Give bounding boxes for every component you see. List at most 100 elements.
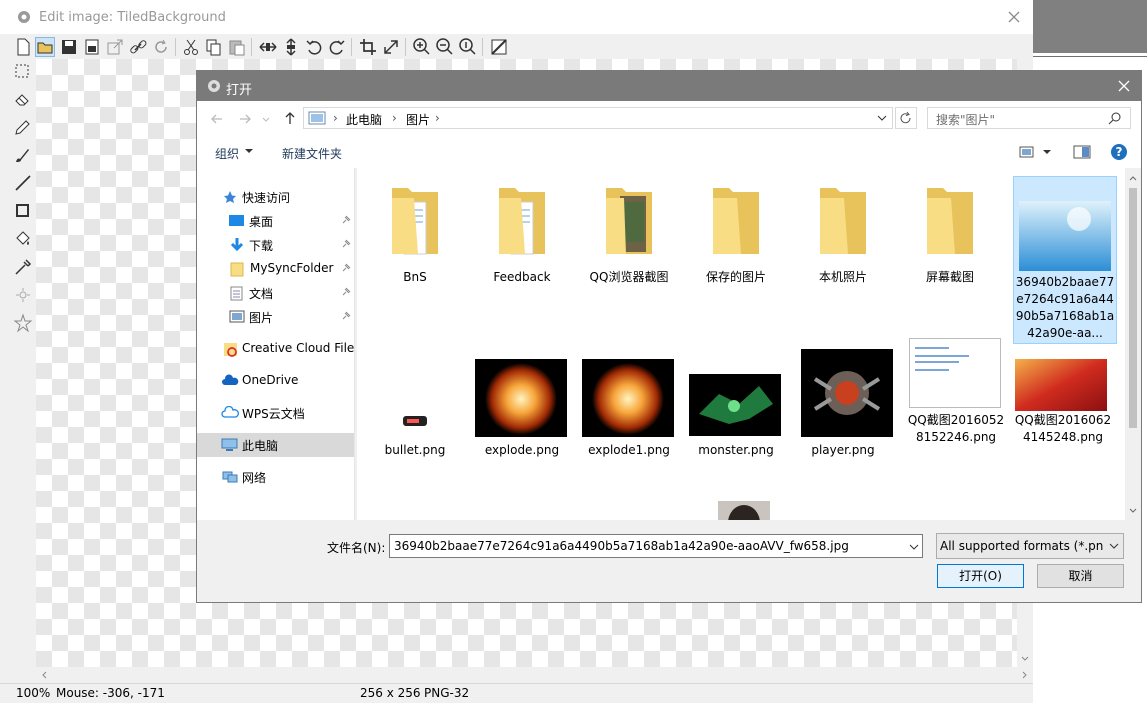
export-icon[interactable] <box>105 37 125 57</box>
svg-text:?: ? <box>1116 145 1123 159</box>
link-icon[interactable] <box>128 37 148 57</box>
breadcrumb-this-pc[interactable]: 此电脑 <box>346 111 382 128</box>
help-icon[interactable]: ? <box>1110 143 1128 161</box>
brush-icon[interactable] <box>13 145 33 165</box>
filename-input[interactable]: 36940b2baae77e7264c91a6a4490b5a7168ab1a4… <box>389 534 923 558</box>
preview-pane-icon[interactable] <box>1073 144 1091 160</box>
refresh-icon[interactable] <box>151 37 171 57</box>
list-item-selected[interactable]: 36940b2baae77e7264c91a6a4490b5a7168ab1a4… <box>1013 176 1117 344</box>
save-as-icon[interactable] <box>82 37 102 57</box>
list-item[interactable]: explode1.png <box>577 351 681 461</box>
rotate-right-icon[interactable] <box>327 37 347 57</box>
nav-desktop[interactable]: 桌面 <box>197 209 354 233</box>
nav-onedrive[interactable]: OneDrive <box>197 369 354 393</box>
pin-icon <box>341 287 351 297</box>
rotate-left-icon[interactable] <box>304 37 324 57</box>
list-item[interactable]: bullet.png <box>363 351 467 461</box>
list-item[interactable]: BnS <box>363 182 467 302</box>
fill-bucket-icon[interactable] <box>13 229 33 249</box>
new-folder-button[interactable]: 新建文件夹 <box>282 145 342 162</box>
list-item[interactable]: 保存的图片 <box>684 182 788 302</box>
cloud-outline-icon <box>221 406 239 420</box>
list-item[interactable]: QQ浏览器截图 <box>577 182 681 302</box>
open-folder-icon[interactable] <box>35 37 55 57</box>
list-item[interactable]: monster.png <box>684 351 788 461</box>
address-bar[interactable]: › 此电脑 › 图片 › <box>303 107 893 129</box>
crop-icon[interactable] <box>358 37 378 57</box>
organize-menu[interactable]: 组织 <box>215 145 239 162</box>
nav-wps[interactable]: WPS云文档 <box>197 401 354 425</box>
image-properties-icon[interactable] <box>489 37 509 57</box>
monster-thumbnail <box>689 374 781 436</box>
flip-horizontal-icon[interactable] <box>258 37 278 57</box>
nav-creative-cloud[interactable]: Creative Cloud Files <box>197 337 354 361</box>
save-icon[interactable] <box>59 37 79 57</box>
file-list-scrollbar[interactable] <box>1125 168 1141 520</box>
open-button[interactable]: 打开(O) <box>937 564 1024 588</box>
editor-close-icon[interactable] <box>1005 8 1023 26</box>
creative-cloud-icon <box>223 342 239 357</box>
chevron-down-icon[interactable] <box>908 540 920 554</box>
refresh-icon[interactable] <box>895 107 917 129</box>
list-item[interactable]: player.png <box>791 349 895 461</box>
nav-label: OneDrive <box>242 373 299 387</box>
rectangle-icon[interactable] <box>13 201 33 221</box>
nav-mysyncfolder[interactable]: MySyncFolder <box>197 257 354 281</box>
search-box[interactable]: 搜索"图片" <box>927 107 1131 129</box>
nav-network[interactable]: 网络 <box>197 465 354 489</box>
app-gear-icon <box>16 9 32 25</box>
copy-icon[interactable] <box>204 37 224 57</box>
flip-vertical-icon[interactable] <box>281 37 301 57</box>
zoom-actual-icon[interactable] <box>458 37 478 57</box>
list-item[interactable]: Feedback <box>470 182 574 302</box>
dialog-navbar: › 此电脑 › 图片 › 搜索"图片" <box>197 101 1141 136</box>
nav-downloads[interactable]: 下载 <box>197 233 354 257</box>
new-file-icon[interactable] <box>13 37 33 57</box>
breadcrumb-pictures[interactable]: 图片 <box>406 111 430 128</box>
star-icon <box>223 190 237 204</box>
recent-dropdown-icon[interactable] <box>261 111 271 127</box>
nav-documents[interactable]: 文档 <box>197 281 354 305</box>
list-item[interactable]: QQ截图20160624145248.png <box>1005 351 1111 481</box>
address-dropdown-icon[interactable] <box>876 111 888 125</box>
dialog-close-icon[interactable] <box>1115 77 1133 95</box>
list-item[interactable]: 本机照片 <box>791 182 895 302</box>
paste-icon[interactable] <box>227 37 247 57</box>
pencil-icon[interactable] <box>13 117 33 137</box>
list-item[interactable]: 屏幕截图 <box>898 182 1002 302</box>
list-item[interactable]: explode.png <box>470 351 574 461</box>
zoom-out-icon[interactable] <box>435 37 455 57</box>
nav-quick-access[interactable]: 快速访问 <box>197 185 354 209</box>
nav-label: Creative Cloud Files <box>242 341 354 355</box>
explosion-thumbnail <box>475 359 567 437</box>
cut-icon[interactable] <box>181 37 201 57</box>
list-item[interactable]: QQ截图20160528152246.png <box>898 338 1004 481</box>
nav-pictures[interactable]: 图片 <box>197 305 354 329</box>
color-picker-icon[interactable] <box>13 257 33 277</box>
select-rectangle-icon[interactable] <box>13 62 33 82</box>
editor-horizontal-scrollbar[interactable] <box>36 667 1033 683</box>
nav-this-pc[interactable]: 此电脑 <box>197 433 354 457</box>
mouse-coords: Mouse: -306, -171 <box>56 686 165 700</box>
sun-icon[interactable] <box>13 285 33 305</box>
dialog-footer: 文件名(N): 36940b2baae77e7264c91a6a4490b5a7… <box>197 520 1141 602</box>
cancel-button[interactable]: 取消 <box>1037 564 1124 588</box>
forward-arrow-icon[interactable] <box>237 111 253 127</box>
folder-with-image-icon <box>606 188 652 254</box>
back-arrow-icon[interactable] <box>209 111 225 127</box>
portrait-thumbnail[interactable] <box>718 501 770 520</box>
player-thumbnail <box>801 349 893 437</box>
up-arrow-icon[interactable] <box>282 110 298 126</box>
folder-icon <box>499 188 545 255</box>
file-type-select[interactable]: All supported formats (*.png <box>936 533 1124 559</box>
line-icon[interactable] <box>13 173 33 193</box>
zoom-in-icon[interactable] <box>412 37 432 57</box>
pictures-icon <box>229 310 245 324</box>
star-icon[interactable] <box>13 313 33 333</box>
eraser-icon[interactable] <box>13 89 33 109</box>
search-icon[interactable] <box>1108 111 1122 125</box>
resize-icon[interactable] <box>381 37 401 57</box>
view-options-icon[interactable] <box>1019 144 1053 160</box>
folder-icon <box>927 188 973 254</box>
folder-icon <box>230 262 244 277</box>
